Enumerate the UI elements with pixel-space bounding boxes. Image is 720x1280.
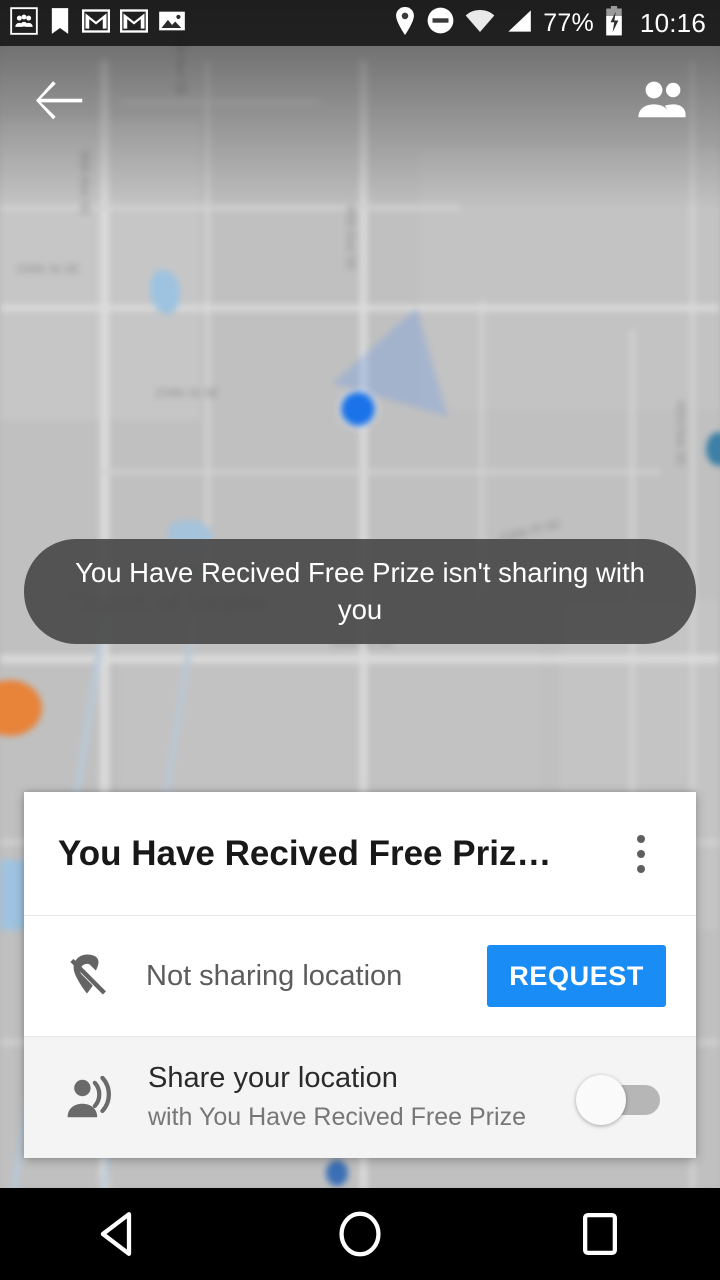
not-sharing-row: Not sharing location REQUEST xyxy=(24,916,696,1036)
map-label-40th: 40th Ave SE xyxy=(344,205,358,271)
card-title: You Have Recived Free Priz… xyxy=(58,834,614,874)
person-detail-card: You Have Recived Free Priz… Not sharing … xyxy=(24,792,696,1158)
status-bar: 77% 10:16 xyxy=(0,0,720,46)
card-header: You Have Recived Free Priz… xyxy=(24,792,696,916)
people-icon xyxy=(636,80,688,120)
toast-message: You Have Recived Free Prize isn't sharin… xyxy=(24,539,696,644)
gmail-notification-icon-2 xyxy=(120,8,148,39)
app-bar xyxy=(0,46,720,156)
system-navigation-bar xyxy=(0,1188,720,1280)
nav-home-circle-icon xyxy=(333,1207,387,1261)
map-label-234th: 234th St SE xyxy=(155,386,219,400)
people-notification-icon xyxy=(10,7,38,40)
bookmark-notification-icon xyxy=(48,7,72,40)
map-label-43rd: 43rd Ave SE xyxy=(674,400,688,467)
back-arrow-icon xyxy=(36,79,84,121)
status-bar-notifications xyxy=(10,7,186,40)
gmail-notification-icon-1 xyxy=(82,8,110,39)
share-location-title: Share your location xyxy=(148,1061,574,1096)
battery-percent-label: 77% xyxy=(543,9,594,38)
cell-signal-icon xyxy=(506,9,532,38)
nav-back-button[interactable] xyxy=(0,1207,240,1261)
location-icon xyxy=(394,7,416,40)
overflow-dot-3 xyxy=(637,865,645,873)
overflow-dot-1 xyxy=(637,835,645,843)
user-location-dot xyxy=(341,392,375,426)
toggle-thumb xyxy=(576,1075,626,1125)
wifi-icon xyxy=(465,9,495,38)
share-location-subtitle: with You Have Recived Free Prize xyxy=(148,1101,574,1134)
battery-charging-icon xyxy=(605,6,623,41)
nav-recents-square-icon xyxy=(573,1207,627,1261)
location-off-icon xyxy=(64,953,110,999)
share-location-toggle[interactable] xyxy=(574,1073,666,1123)
share-location-texts: Share your location with You Have Recive… xyxy=(148,1061,574,1134)
status-bar-system-icons: 77% 10:16 xyxy=(394,6,706,41)
request-button[interactable]: REQUEST xyxy=(487,945,666,1007)
toast-text: You Have Recived Free Prize isn't sharin… xyxy=(64,555,656,628)
share-location-row[interactable]: Share your location with You Have Recive… xyxy=(24,1036,696,1158)
nav-home-button[interactable] xyxy=(240,1207,480,1261)
phone-screen: 230th St SE 234th St SE 238th Pl SE 240t… xyxy=(0,0,720,1280)
back-button[interactable] xyxy=(28,68,92,132)
overflow-dot-2 xyxy=(637,850,645,858)
map-label-230th: 230th St SE xyxy=(16,262,80,276)
nav-recents-button[interactable] xyxy=(480,1207,720,1261)
photo-notification-icon xyxy=(158,9,186,38)
overflow-menu-button[interactable] xyxy=(614,824,668,884)
not-sharing-label: Not sharing location xyxy=(146,960,487,993)
people-button[interactable] xyxy=(630,68,694,132)
nav-back-triangle-icon xyxy=(93,1207,147,1261)
clock-label: 10:16 xyxy=(640,8,706,39)
share-location-icon xyxy=(64,1076,116,1120)
do-not-disturb-icon xyxy=(427,7,454,39)
